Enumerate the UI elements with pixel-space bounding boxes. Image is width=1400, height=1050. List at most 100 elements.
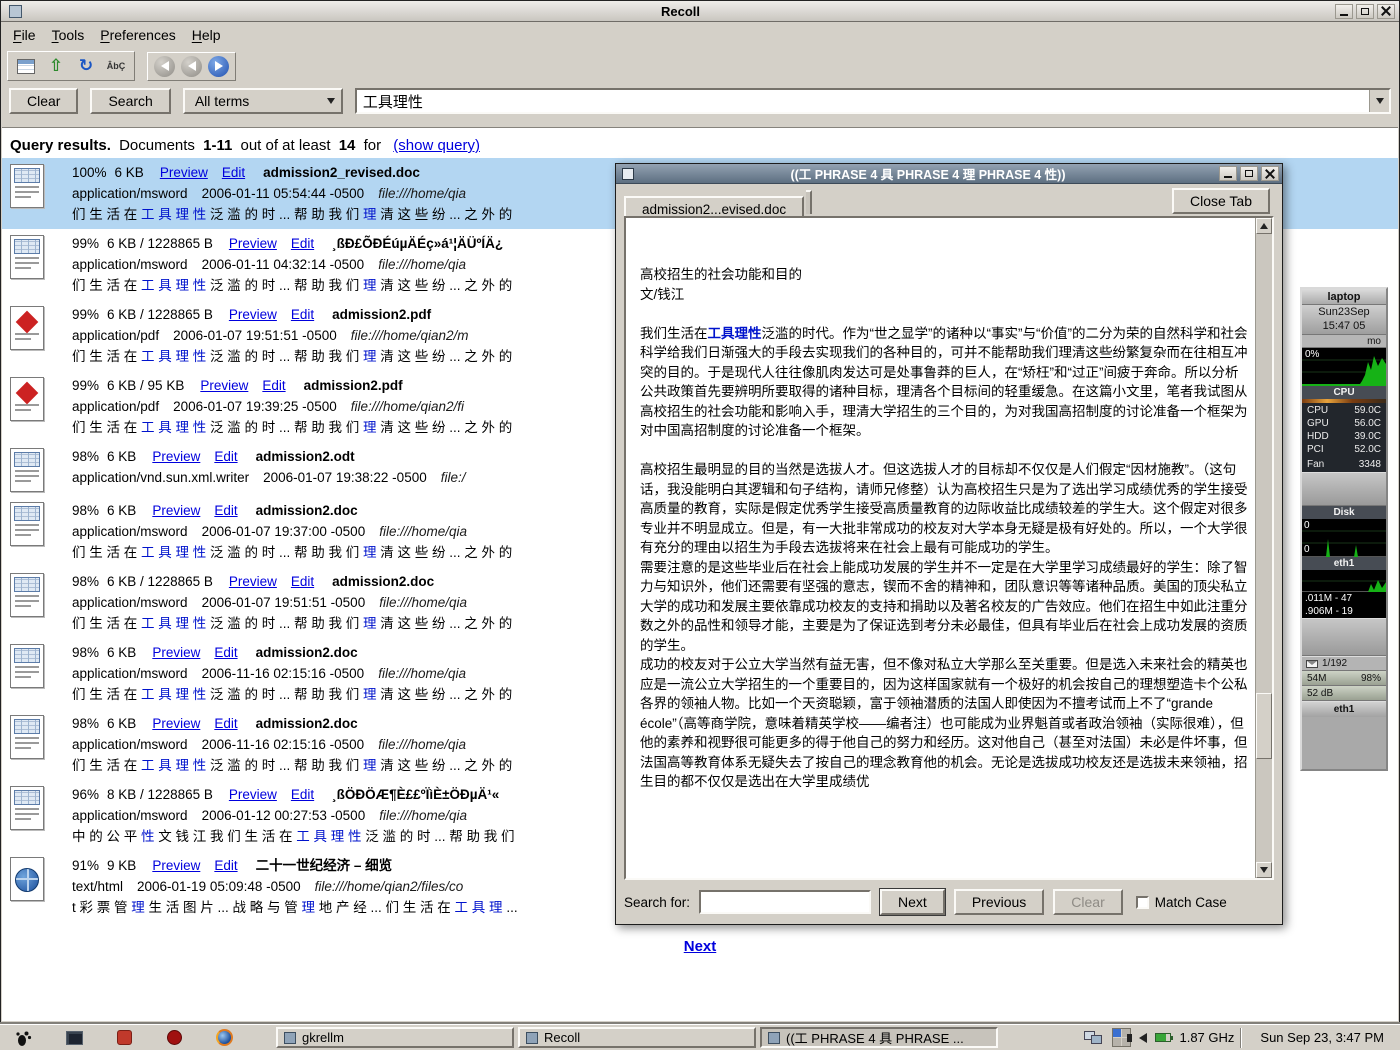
result-preview-link[interactable]: Preview: [152, 716, 200, 731]
mail-monitor[interactable]: 1/192: [1302, 656, 1386, 671]
highlighted-term: 性: [141, 829, 155, 844]
close-tab-button[interactable]: Close Tab: [1172, 188, 1270, 214]
taskbar-task-button[interactable]: Recoll: [518, 1027, 756, 1048]
search-mode-select[interactable]: All terms: [183, 88, 343, 114]
preview-window: ((工 PHRASE 4 具 PHRASE 4 理 PHRASE 4 性)) a…: [615, 163, 1283, 925]
scrollbar-thumb[interactable]: [1256, 693, 1272, 759]
preview-paragraph: [640, 226, 1249, 246]
result-date: 2006-01-11 05:54:44 -0500: [202, 186, 365, 201]
result-preview-link[interactable]: Preview: [229, 574, 277, 589]
query-history-dropdown[interactable]: [1369, 90, 1389, 112]
result-preview-link[interactable]: Preview: [229, 787, 277, 802]
highlighted-term: 理: [363, 207, 377, 222]
result-preview-link[interactable]: Preview: [152, 449, 200, 464]
highlighted-term: 理: [363, 687, 377, 702]
next-page-link[interactable]: Next: [684, 938, 717, 955]
find-clear-button[interactable]: Clear: [1053, 889, 1122, 915]
result-preview-link[interactable]: Preview: [152, 503, 200, 518]
preview-titlebar-buttons: [1219, 166, 1279, 181]
dark-red-app-launcher-icon[interactable]: [164, 1028, 184, 1048]
scroll-down-icon[interactable]: [1256, 862, 1272, 878]
result-edit-link[interactable]: Edit: [291, 574, 314, 589]
reload-icon[interactable]: ↻: [74, 55, 98, 77]
result-edit-link[interactable]: Edit: [222, 165, 245, 180]
cpu-panel-label[interactable]: CPU: [1302, 386, 1386, 399]
result-edit-link[interactable]: Edit: [291, 236, 314, 251]
result-snippet: 们 生 活 在 工 具 理 性 泛 滥 的 时 ... 帮 助 我 们 理 清 …: [72, 204, 512, 225]
preview-search-input[interactable]: [699, 890, 871, 914]
result-preview-link[interactable]: Preview: [152, 858, 200, 873]
volume-icon[interactable]: [1139, 1033, 1147, 1043]
preview-scrollbar[interactable]: [1255, 218, 1272, 878]
result-date: 2006-11-16 02:15:16 -0500: [202, 666, 365, 681]
net-panel-label[interactable]: eth1: [1302, 557, 1386, 570]
scroll-up-icon[interactable]: [1256, 218, 1272, 234]
menu-item-file[interactable]: File: [5, 24, 44, 46]
taskbar-task-button[interactable]: gkrellm: [276, 1027, 514, 1048]
result-mimetype: application/msword: [72, 666, 188, 681]
search-button[interactable]: Search: [90, 88, 170, 114]
minimize-icon[interactable]: [1335, 4, 1353, 19]
show-query-link[interactable]: (show query): [393, 137, 480, 154]
result-edit-link[interactable]: Edit: [214, 449, 237, 464]
history-back-icon[interactable]: [154, 56, 175, 77]
red-app-launcher-icon[interactable]: [114, 1028, 134, 1048]
pdf-file-icon: [10, 377, 44, 421]
terminal-launcher-icon[interactable]: [64, 1028, 84, 1048]
preview-close-icon[interactable]: [1261, 166, 1279, 181]
result-filename: admission2.odt: [256, 449, 355, 464]
sort-icon[interactable]: ⇧: [44, 55, 68, 77]
clear-button[interactable]: Clear: [9, 88, 78, 114]
highlighted-term: 理: [363, 420, 377, 435]
empty-panel-2: [1302, 618, 1386, 656]
result-filename: ¸ßÐ£ÕÐÉúµÄÉç»á¹¦ÄÜºÍÄ¿: [332, 236, 503, 251]
result-edit-link[interactable]: Edit: [291, 787, 314, 802]
result-mimetype: application/vnd.sun.xml.writer: [72, 470, 249, 485]
find-previous-button[interactable]: Previous: [954, 889, 1044, 915]
search-query-input[interactable]: [357, 90, 1369, 112]
match-case-checkbox[interactable]: [1136, 896, 1149, 909]
recoll-titlebar[interactable]: Recoll: [1, 1, 1399, 22]
result-relevance: 99%: [72, 378, 99, 393]
memory-percent: 98%: [1361, 673, 1381, 684]
result-date: 2006-01-07 19:37:00 -0500: [202, 524, 366, 539]
result-edit-link[interactable]: Edit: [214, 716, 237, 731]
firefox-launcher-icon[interactable]: [214, 1028, 234, 1048]
menu-item-help[interactable]: Help: [184, 24, 229, 46]
preview-paragraph: 需要注意的是这些毕业后在社会上能成功发展的学生并不一定是在大学里学习成绩最好的学…: [640, 558, 1249, 656]
result-preview-link[interactable]: Preview: [229, 236, 277, 251]
result-preview-link[interactable]: Preview: [229, 307, 277, 322]
table-view-icon[interactable]: [14, 55, 38, 77]
prev-page-icon[interactable]: [181, 56, 202, 77]
find-next-button[interactable]: Next: [880, 889, 945, 915]
close-icon[interactable]: [1377, 4, 1395, 19]
taskbar-task-button[interactable]: ((工 PHRASE 4 具 PHRASE ...: [760, 1027, 998, 1048]
result-size: 6 KB / 95 KB: [107, 378, 184, 393]
preview-minimize-icon[interactable]: [1219, 166, 1237, 181]
result-preview-link[interactable]: Preview: [152, 645, 200, 660]
preview-titlebar[interactable]: ((工 PHRASE 4 具 PHRASE 4 理 PHRASE 4 性)): [616, 164, 1282, 184]
result-edit-link[interactable]: Edit: [262, 378, 285, 393]
battery-icon: [1155, 1033, 1171, 1042]
net-timer-button[interactable]: eth1: [1302, 701, 1386, 717]
memory-meter[interactable]: 54M 98%: [1302, 671, 1386, 686]
gkrellm-hostname[interactable]: laptop: [1302, 289, 1386, 305]
result-preview-link[interactable]: Preview: [200, 378, 248, 393]
disk-panel-label[interactable]: Disk: [1302, 506, 1386, 519]
doc-file-icon: [10, 448, 44, 492]
result-edit-link[interactable]: Edit: [214, 503, 237, 518]
result-filename: admission2.pdf: [332, 307, 431, 322]
result-edit-link[interactable]: Edit: [214, 858, 237, 873]
maximize-icon[interactable]: [1356, 4, 1374, 19]
result-edit-link[interactable]: Edit: [291, 307, 314, 322]
term-explorer-icon[interactable]: ÂbÇ: [104, 55, 128, 77]
result-url: file:///home/qian2/m: [351, 328, 469, 343]
menu-item-tools[interactable]: Tools: [44, 24, 93, 46]
footprint-launcher-icon[interactable]: [14, 1028, 34, 1048]
next-page-icon[interactable]: [208, 56, 229, 77]
menu-item-preferences[interactable]: Preferences: [92, 24, 184, 46]
preview-maximize-icon[interactable]: [1240, 166, 1258, 181]
result-edit-link[interactable]: Edit: [214, 645, 237, 660]
tray-display-icon[interactable]: [1084, 1031, 1104, 1045]
result-preview-link[interactable]: Preview: [160, 165, 208, 180]
